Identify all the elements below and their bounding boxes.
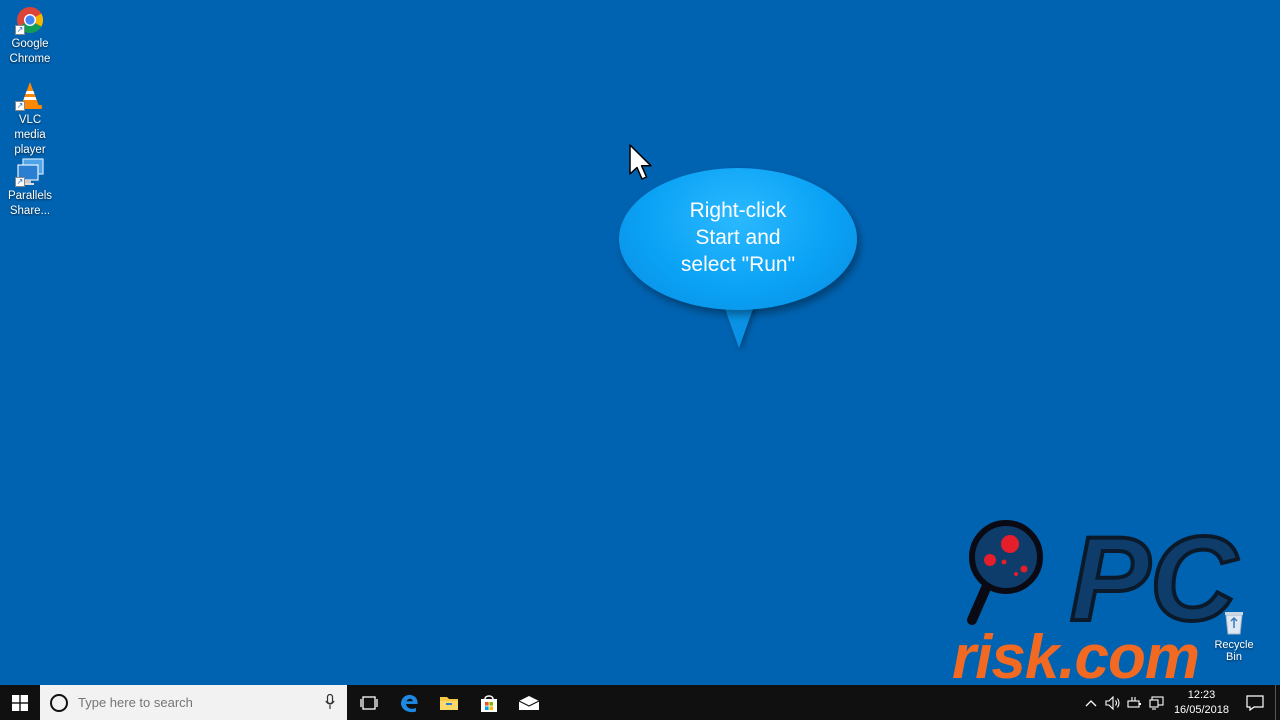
windows-logo-icon (12, 694, 28, 711)
desktop[interactable]: ↗ Google Chrome ↗ VLC media player ↗ Par… (0, 0, 1280, 692)
desktop-icon-chrome[interactable]: ↗ Google Chrome (2, 4, 58, 67)
callout-bubble: Right-click Start and select "Run" (619, 168, 857, 310)
taskbar-store-button[interactable] (469, 685, 509, 720)
chevron-up-icon (1085, 699, 1097, 706)
watermark-risk-text: risk.com (952, 623, 1200, 692)
desktop-icon-label: Parallels Share... (7, 190, 53, 217)
desktop-icon-recycle-bin[interactable]: Recycle Bin (1206, 608, 1262, 663)
recycle-bin-label: Recycle Bin (1214, 639, 1254, 663)
task-view-icon (360, 695, 378, 710)
taskbar-edge-button[interactable] (389, 685, 429, 720)
recycle-bin-icon (1225, 612, 1243, 635)
show-hidden-icons-button[interactable] (1080, 685, 1102, 720)
power-button[interactable] (1124, 685, 1146, 720)
taskbar-search-box[interactable] (40, 685, 347, 720)
system-tray: 12:23 16/05/2018 (1080, 685, 1280, 720)
notification-icon (1246, 694, 1264, 711)
volume-button[interactable] (1102, 685, 1124, 720)
show-desktop-button[interactable] (1275, 685, 1280, 720)
mouse-cursor-icon (629, 144, 652, 180)
clock-date: 16/05/2018 (1173, 703, 1229, 716)
battery-plug-icon (1127, 696, 1141, 708)
desktop-icon-label: Google Chrome (9, 38, 51, 65)
mail-icon (518, 695, 540, 710)
store-icon (481, 694, 497, 712)
folder-icon (440, 696, 458, 710)
parallels-icon: ↗ (14, 156, 46, 188)
taskbar-clock[interactable]: 12:23 16/05/2018 (1174, 688, 1229, 718)
cortana-icon (50, 693, 68, 712)
clock-time: 12:23 (1187, 688, 1216, 701)
action-center-button[interactable] (1235, 685, 1275, 720)
chrome-icon: ↗ (14, 4, 46, 36)
start-button[interactable] (0, 685, 40, 720)
desktop-icon-vlc[interactable]: ↗ VLC media player (2, 80, 58, 158)
callout-text: Right-click Start and select "Run" (680, 198, 796, 276)
vlc-icon: ↗ (14, 80, 46, 112)
taskbar: 12:23 16/05/2018 (0, 685, 1280, 720)
search-input[interactable] (76, 694, 310, 711)
desktop-icon-label: VLC media player (14, 114, 46, 156)
edge-icon (401, 694, 418, 712)
network-button[interactable] (1146, 685, 1168, 720)
network-icon (1149, 695, 1164, 710)
taskbar-file-explorer-button[interactable] (429, 685, 469, 720)
speaker-icon (1105, 695, 1120, 710)
microphone-icon[interactable] (325, 694, 335, 710)
taskbar-mail-button[interactable] (509, 685, 549, 720)
task-view-button[interactable] (349, 685, 389, 720)
desktop-icon-parallels[interactable]: ↗ Parallels Share... (2, 156, 58, 219)
